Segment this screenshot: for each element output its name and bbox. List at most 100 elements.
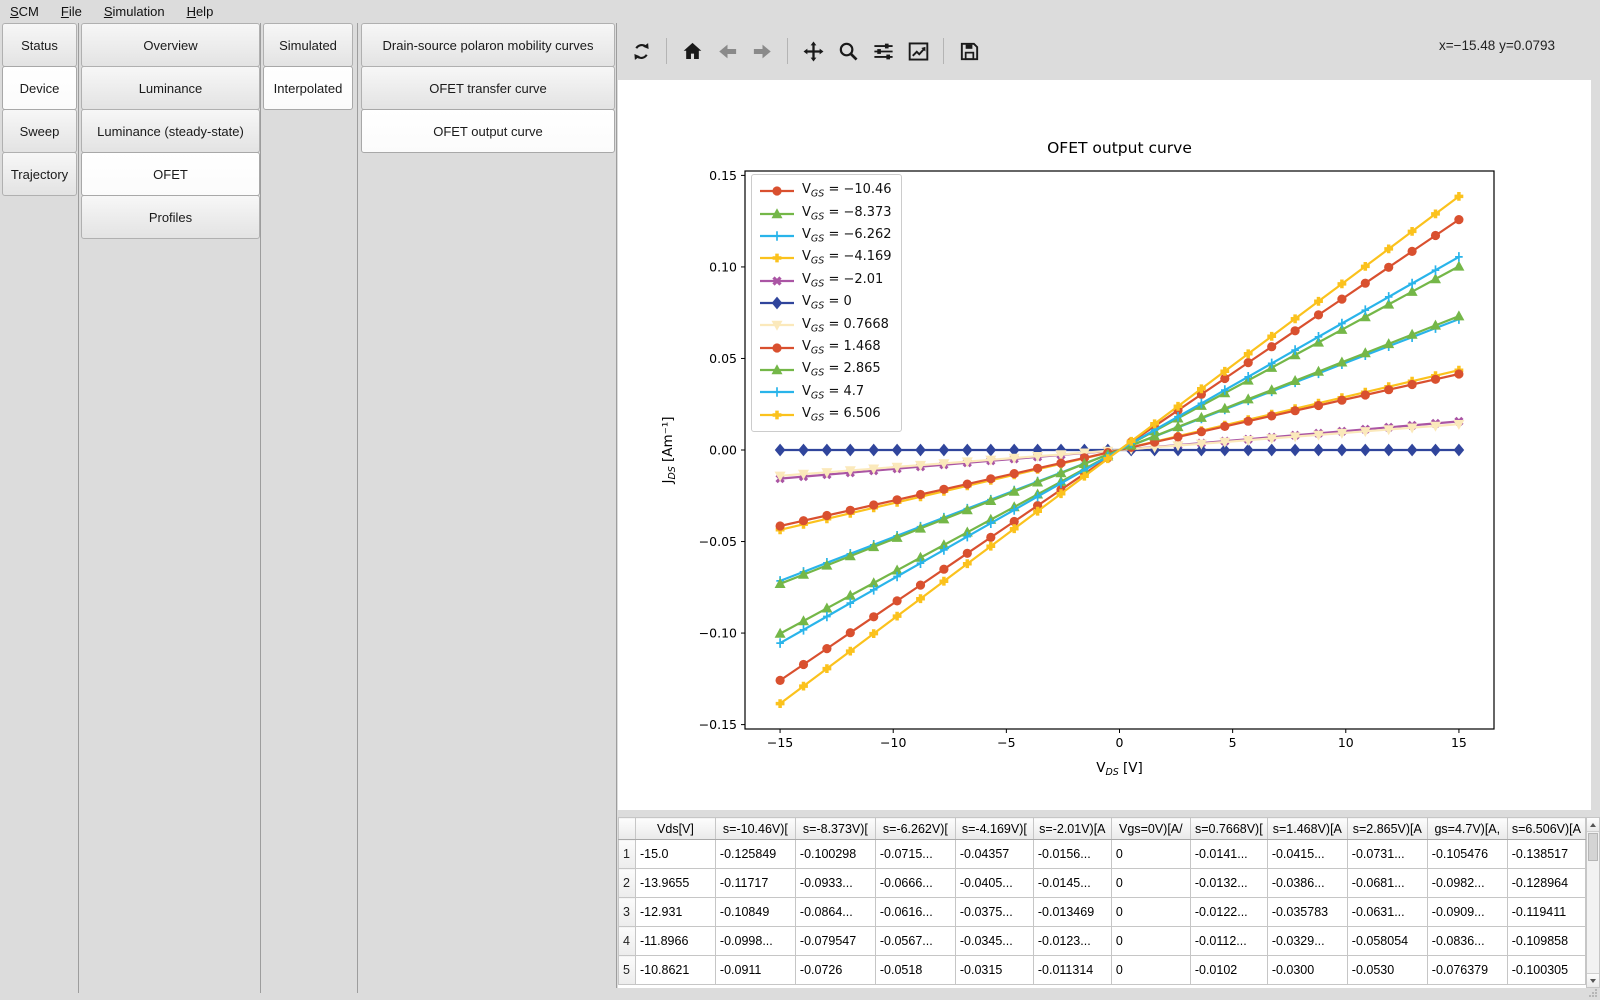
table-cell[interactable]: -0.011314 — [1033, 956, 1111, 985]
nav-tab-sweep[interactable]: Sweep — [2, 109, 77, 153]
menu-file[interactable]: File — [61, 4, 82, 19]
table-cell[interactable]: -0.0300 — [1267, 956, 1347, 985]
window-resize-grip[interactable] — [1588, 988, 1598, 998]
column-header[interactable]: s=-10.46V)[ — [715, 818, 795, 840]
row-number[interactable]: 1 — [619, 840, 636, 869]
table-cell[interactable]: -0.035783 — [1267, 898, 1347, 927]
table-cell[interactable]: -0.0726 — [795, 956, 875, 985]
table-cell[interactable]: -0.058054 — [1347, 927, 1427, 956]
nav-tab-luminance-steady-state-[interactable]: Luminance (steady-state) — [81, 109, 260, 153]
table-cell[interactable]: 0 — [1111, 898, 1190, 927]
table-cell[interactable]: -12.931 — [635, 898, 715, 927]
forward-icon[interactable] — [749, 38, 775, 64]
table-cell[interactable]: -0.0666... — [875, 869, 955, 898]
table-cell[interactable]: -11.8966 — [635, 927, 715, 956]
column-header[interactable]: s=-4.169V)[ — [955, 818, 1033, 840]
table-cell[interactable]: -0.0156... — [1033, 840, 1111, 869]
row-number[interactable]: 5 — [619, 956, 636, 985]
table-cell[interactable]: -0.0911 — [715, 956, 795, 985]
table-cell[interactable]: -0.0864... — [795, 898, 875, 927]
table-cell[interactable]: 0 — [1111, 869, 1190, 898]
table-cell[interactable]: -0.109858 — [1507, 927, 1585, 956]
zoom-icon[interactable] — [835, 38, 861, 64]
table-cell[interactable]: -0.0102 — [1190, 956, 1267, 985]
row-number[interactable]: 2 — [619, 869, 636, 898]
table-cell[interactable]: -0.0132... — [1190, 869, 1267, 898]
nav-tab-ofet-transfer-curve[interactable]: OFET transfer curve — [361, 66, 615, 110]
scrollbar-thumb[interactable] — [1588, 833, 1598, 861]
plot-figure[interactable]: OFET output curveVDS​ [V]JDS​ [Am⁻¹]−15−… — [618, 80, 1591, 810]
scroll-up-button[interactable] — [1587, 818, 1599, 832]
nav-tab-status[interactable]: Status — [2, 23, 77, 67]
table-cell[interactable]: -0.0112... — [1190, 927, 1267, 956]
home-icon[interactable] — [679, 38, 705, 64]
table-cell[interactable]: -0.0315 — [955, 956, 1033, 985]
nav-tab-drain-source-polaron-mobility-curves[interactable]: Drain-source polaron mobility curves — [361, 23, 615, 67]
table-cell[interactable]: 0 — [1111, 956, 1190, 985]
column-header[interactable]: s=-2.01V)[A — [1033, 818, 1111, 840]
column-header[interactable]: s=0.7668V)[ — [1190, 818, 1267, 840]
table-cell[interactable]: -0.0982... — [1427, 869, 1507, 898]
table-cell[interactable]: -0.0405... — [955, 869, 1033, 898]
table-cell[interactable]: -0.125849 — [715, 840, 795, 869]
table-cell[interactable]: -0.04357 — [955, 840, 1033, 869]
column-header[interactable]: Vgs=0V)[A/ — [1111, 818, 1190, 840]
sliders-icon[interactable] — [870, 38, 896, 64]
table-cell[interactable]: -10.8621 — [635, 956, 715, 985]
nav-tab-ofet[interactable]: OFET — [81, 152, 260, 196]
column-header[interactable]: s=2.865V)[A — [1347, 818, 1427, 840]
table-cell[interactable]: 0 — [1111, 927, 1190, 956]
table-cell[interactable]: -0.0375... — [955, 898, 1033, 927]
nav-tab-simulated[interactable]: Simulated — [263, 23, 353, 67]
table-vertical-scrollbar[interactable] — [1586, 817, 1600, 988]
column-header[interactable]: s=1.468V)[A — [1267, 818, 1347, 840]
table-cell[interactable]: -0.0345... — [955, 927, 1033, 956]
table-cell[interactable]: -15.0 — [635, 840, 715, 869]
table-cell[interactable]: -0.10849 — [715, 898, 795, 927]
column-header[interactable]: s=6.506V)[A — [1507, 818, 1585, 840]
nav-tab-device[interactable]: Device — [2, 66, 77, 110]
table-cell[interactable]: -0.0715... — [875, 840, 955, 869]
table-cell[interactable]: -0.0933... — [795, 869, 875, 898]
menu-scm[interactable]: SCM — [10, 4, 39, 19]
table-cell[interactable]: -0.0998... — [715, 927, 795, 956]
refresh-icon[interactable] — [628, 38, 654, 64]
nav-tab-ofet-output-curve[interactable]: OFET output curve — [361, 109, 615, 153]
table-cell[interactable]: -0.0530 — [1347, 956, 1427, 985]
scroll-down-button[interactable] — [1587, 973, 1599, 987]
table-cell[interactable]: -0.0122... — [1190, 898, 1267, 927]
column-header[interactable]: s=-6.262V)[ — [875, 818, 955, 840]
row-number[interactable]: 4 — [619, 927, 636, 956]
table-cell[interactable]: -0.0329... — [1267, 927, 1347, 956]
nav-tab-trajectory[interactable]: Trajectory — [2, 152, 77, 196]
column-header[interactable]: Vds[V] — [635, 818, 715, 840]
table-cell[interactable]: -0.0836... — [1427, 927, 1507, 956]
table-cell[interactable]: -0.0731... — [1347, 840, 1427, 869]
menu-help[interactable]: Help — [187, 4, 214, 19]
table-cell[interactable]: -0.0123... — [1033, 927, 1111, 956]
table-cell[interactable]: -0.0386... — [1267, 869, 1347, 898]
table-cell[interactable]: -0.100305 — [1507, 956, 1585, 985]
table-cell[interactable]: -0.119411 — [1507, 898, 1585, 927]
table-cell[interactable]: -0.0518 — [875, 956, 955, 985]
column-header[interactable]: gs=4.7V)[A, — [1427, 818, 1507, 840]
table-cell[interactable]: -0.100298 — [795, 840, 875, 869]
table-cell[interactable]: -13.9655 — [635, 869, 715, 898]
back-icon[interactable] — [714, 38, 740, 64]
table-cell[interactable]: -0.0631... — [1347, 898, 1427, 927]
nav-tab-overview[interactable]: Overview — [81, 23, 260, 67]
nav-tab-interpolated[interactable]: Interpolated — [263, 66, 353, 110]
corner-header-cell[interactable] — [619, 818, 636, 840]
table-cell[interactable]: -0.013469 — [1033, 898, 1111, 927]
table-cell[interactable]: -0.0145... — [1033, 869, 1111, 898]
nav-tab-profiles[interactable]: Profiles — [81, 195, 260, 239]
table-cell[interactable]: 0 — [1111, 840, 1190, 869]
plot-customize-icon[interactable] — [905, 38, 931, 64]
table-cell[interactable]: -0.076379 — [1427, 956, 1507, 985]
table-cell[interactable]: -0.0415... — [1267, 840, 1347, 869]
table-cell[interactable]: -0.079547 — [795, 927, 875, 956]
table-cell[interactable]: -0.0616... — [875, 898, 955, 927]
menu-simulation[interactable]: Simulation — [104, 4, 165, 19]
table-cell[interactable]: -0.0909... — [1427, 898, 1507, 927]
table-cell[interactable]: -0.105476 — [1427, 840, 1507, 869]
